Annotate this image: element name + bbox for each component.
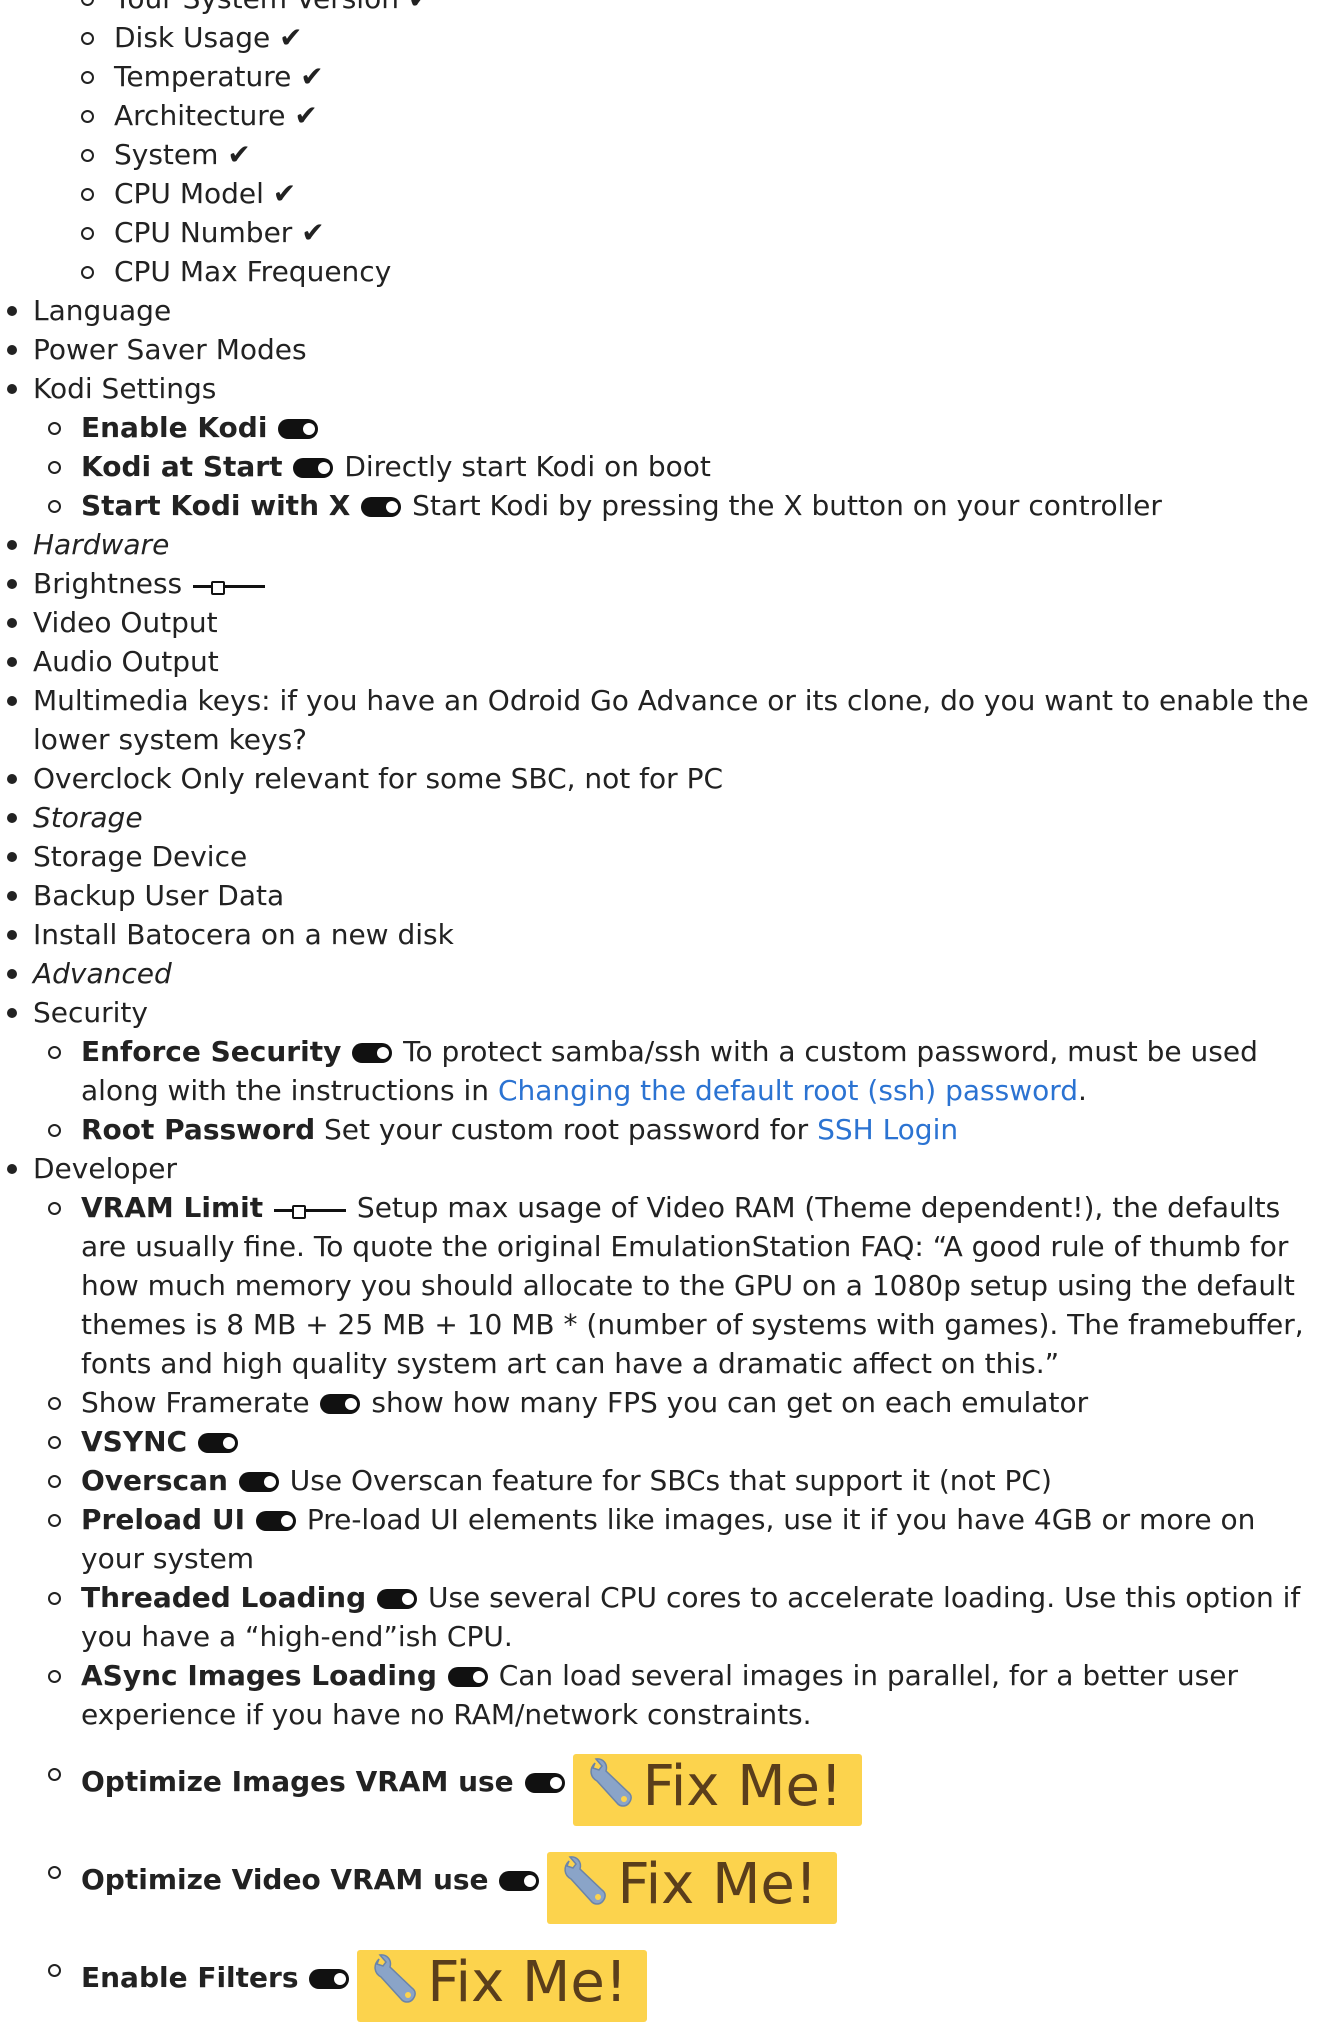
wrench-icon bbox=[561, 1855, 611, 1909]
fixme-badge: Fix Me! bbox=[547, 1852, 838, 1924]
settings-list: Language Power Saver Modes Kodi Settings… bbox=[0, 291, 1323, 2022]
list-item: Threaded Loading Use several CPU cores t… bbox=[0, 1578, 1323, 1656]
list-item: Enable Filters Fix Me! bbox=[0, 1950, 1323, 2022]
fixme-badge: Fix Me! bbox=[357, 1950, 648, 2022]
list-item: Optimize Images VRAM use Fix Me! bbox=[0, 1754, 1323, 1826]
list-item-hardware: Hardware bbox=[0, 525, 1323, 564]
toggle-icon bbox=[320, 1394, 361, 1414]
system-info-sublist: Your System Version ✔ Disk Usage ✔ Tempe… bbox=[0, 0, 1323, 291]
list-item-brightness: Brightness bbox=[0, 564, 1323, 603]
changing-root-password-link[interactable]: Changing the default root (ssh) password bbox=[498, 1074, 1078, 1107]
list-item: Your System Version ✔ bbox=[0, 0, 1323, 18]
slider-icon bbox=[274, 1203, 347, 1219]
list-item-power-saver: Power Saver Modes bbox=[0, 330, 1323, 369]
list-item-storage: Storage bbox=[0, 798, 1323, 837]
toggle-icon bbox=[255, 1511, 296, 1531]
list-item: Disk Usage ✔ bbox=[0, 18, 1323, 57]
ssh-login-link[interactable]: SSH Login bbox=[817, 1113, 958, 1146]
list-item: System ✔ bbox=[0, 135, 1323, 174]
toggle-icon bbox=[198, 1433, 238, 1453]
list-item: CPU Max Frequency bbox=[0, 252, 1323, 291]
list-item: Show Framerate show how many FPS you can… bbox=[0, 1383, 1323, 1422]
toggle-icon bbox=[524, 1773, 565, 1793]
list-item-storage-device: Storage Device bbox=[0, 837, 1323, 876]
list-item: Start Kodi with X Start Kodi by pressing… bbox=[0, 486, 1323, 525]
list-item: Preload UI Pre-load UI elements like ima… bbox=[0, 1500, 1323, 1578]
kodi-sublist: Enable Kodi Kodi at Start Directly start… bbox=[33, 408, 1323, 525]
list-item: Enforce Security To protect samba/ssh wi… bbox=[0, 1032, 1323, 1110]
slider-icon bbox=[193, 579, 266, 595]
list-item: VRAM Limit Setup max usage of Video RAM … bbox=[0, 1188, 1323, 1383]
list-item-backup: Backup User Data bbox=[0, 876, 1323, 915]
fixme-badge: Fix Me! bbox=[572, 1754, 863, 1826]
list-item-security: Security Enforce Security To protect sam… bbox=[0, 993, 1323, 1149]
developer-sublist: VRAM Limit Setup max usage of Video RAM … bbox=[33, 1188, 1323, 2022]
toggle-icon bbox=[361, 497, 402, 517]
list-item: ASync Images Loading Can load several im… bbox=[0, 1656, 1323, 1734]
toggle-icon bbox=[499, 1871, 540, 1891]
toggle-icon bbox=[447, 1667, 488, 1687]
security-sublist: Enforce Security To protect samba/ssh wi… bbox=[33, 1032, 1323, 1149]
list-item: CPU Model ✔ bbox=[0, 174, 1323, 213]
list-item: Architecture ✔ bbox=[0, 96, 1323, 135]
list-item: CPU Number ✔ bbox=[0, 213, 1323, 252]
list-item-developer: Developer VRAM Limit Setup max usage of … bbox=[0, 1149, 1323, 2022]
toggle-icon bbox=[352, 1043, 393, 1063]
list-item-language: Language bbox=[0, 291, 1323, 330]
list-item-overclock: Overclock Only relevant for some SBC, no… bbox=[0, 759, 1323, 798]
list-item-video-output: Video Output bbox=[0, 603, 1323, 642]
list-item-multimedia-keys: Multimedia keys: if you have an Odroid G… bbox=[0, 681, 1323, 759]
list-item: Root Password Set your custom root passw… bbox=[0, 1110, 1323, 1149]
list-item: Kodi at Start Directly start Kodi on boo… bbox=[0, 447, 1323, 486]
list-item: Optimize Video VRAM use Fix Me! bbox=[0, 1852, 1323, 1924]
list-item: Overscan Use Overscan feature for SBCs t… bbox=[0, 1461, 1323, 1500]
list-item: Temperature ✔ bbox=[0, 57, 1323, 96]
toggle-icon bbox=[278, 419, 319, 439]
list-item-advanced: Advanced bbox=[0, 954, 1323, 993]
list-item-audio-output: Audio Output bbox=[0, 642, 1323, 681]
wrench-icon bbox=[587, 1757, 637, 1811]
list-item: VSYNC bbox=[0, 1422, 1323, 1461]
list-item-install: Install Batocera on a new disk bbox=[0, 915, 1323, 954]
toggle-icon bbox=[377, 1589, 418, 1609]
toggle-icon bbox=[309, 1969, 350, 1989]
list-item-kodi-settings: Kodi Settings Enable Kodi Kodi at Start … bbox=[0, 369, 1323, 525]
list-item: Enable Kodi bbox=[0, 408, 1323, 447]
toggle-icon bbox=[293, 458, 334, 478]
wrench-icon bbox=[371, 1953, 421, 2007]
document: Your System Version ✔ Disk Usage ✔ Tempe… bbox=[0, 0, 1323, 2022]
toggle-icon bbox=[238, 1472, 279, 1492]
